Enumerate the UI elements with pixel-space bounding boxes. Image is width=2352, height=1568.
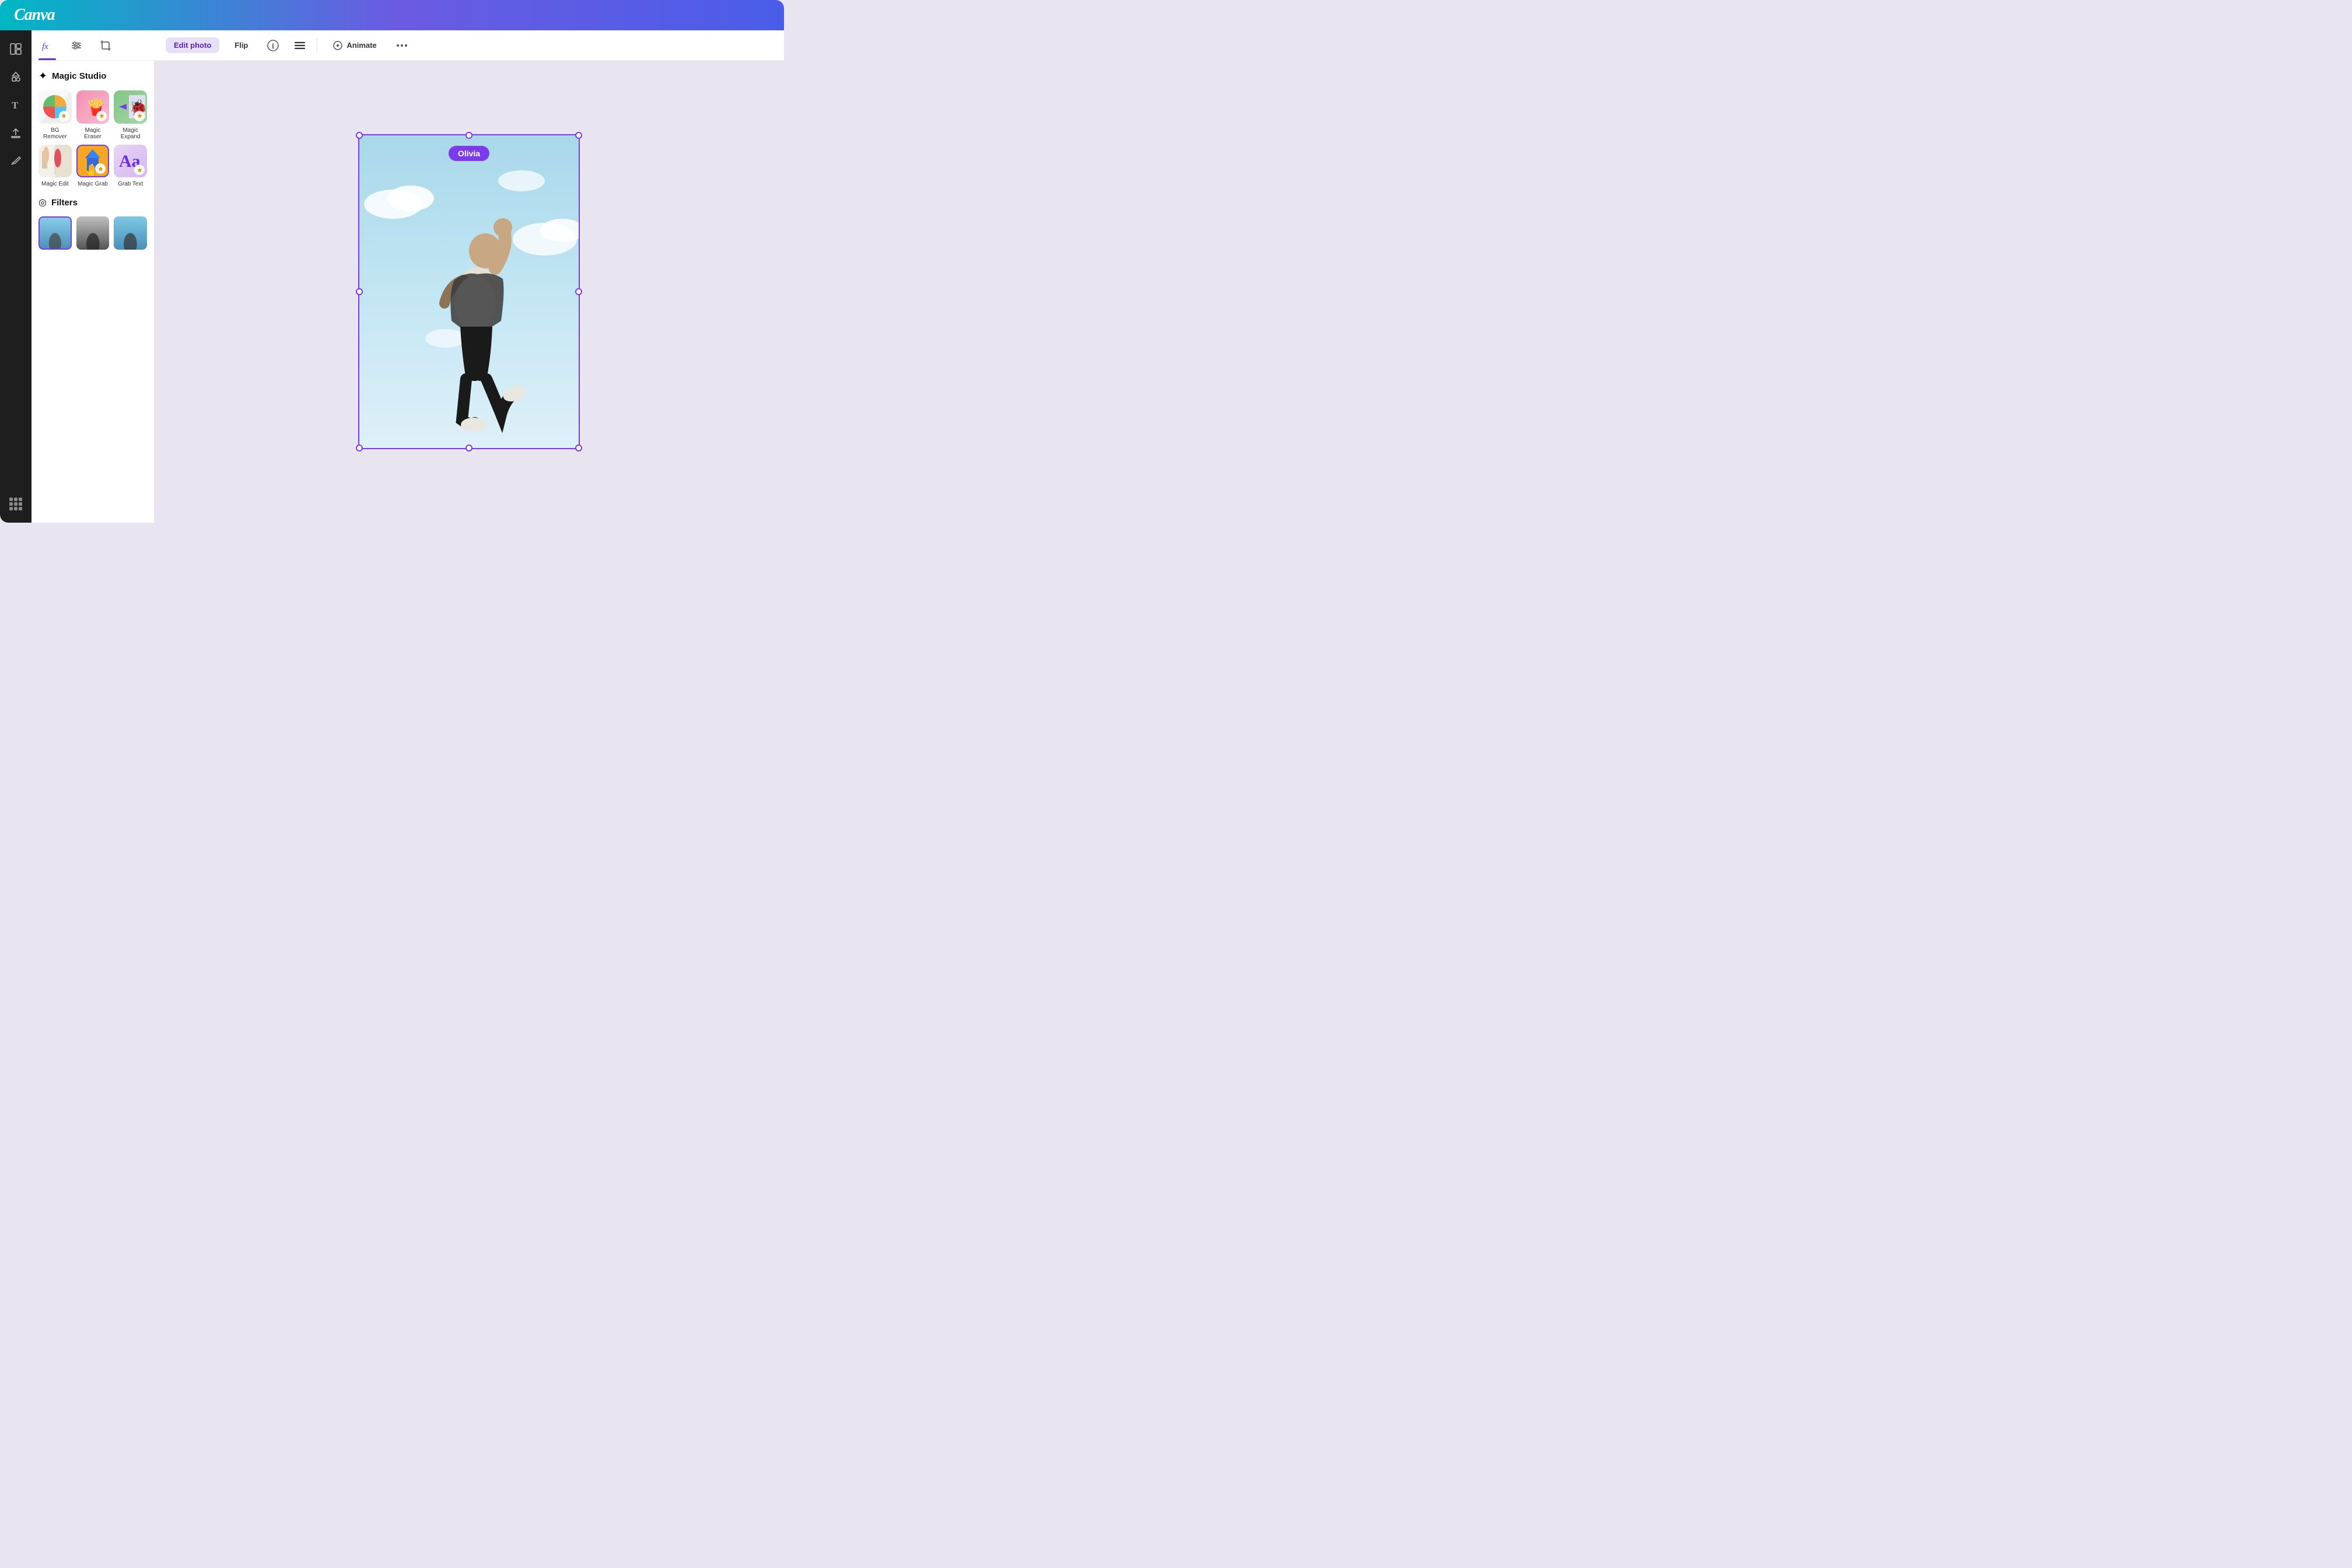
grab-text-label: Grab Text [118,181,143,187]
photo-frame[interactable]: Olivia [358,134,580,449]
filters-icon: ◎ [38,197,47,208]
magic-eraser-crown [96,111,107,121]
main-area: T [0,30,784,523]
sidebar-item-draw[interactable] [4,149,27,173]
svg-text:T: T [12,100,19,111]
magic-eraser-label: Magic Eraser [76,127,110,140]
filter-bw[interactable] [76,216,110,250]
canvas-toolbar: Edit photo Flip Animate [154,30,784,61]
filters-section: ◎ Filters [38,197,147,250]
left-sidebar: T [0,30,32,523]
olivia-tag: Olivia [449,146,489,161]
svg-text:fx: fx [42,42,48,51]
sidebar-item-uploads[interactable] [4,121,27,145]
apps-grid-icon [9,498,22,510]
tool-magic-expand[interactable]: 🐞 Magic Expand [114,90,147,140]
magic-expand-crown [134,111,145,121]
photo-image: Olivia [358,134,580,449]
flip-button[interactable]: Flip [226,37,256,53]
bg-remover-label: BG Remover [38,127,72,140]
edit-photo-button[interactable]: Edit photo [166,37,219,53]
canvas-area: Edit photo Flip Animate [154,30,784,523]
sidebar-item-layout[interactable] [4,37,27,61]
canva-logo: Canva [14,6,55,24]
magic-studio-header: ✦ Magic Studio [38,70,147,82]
sidebar-item-text[interactable]: T [4,93,27,117]
bg-remover-thumb [38,90,72,124]
magic-eraser-thumb: 🍟 [76,90,110,124]
more-button[interactable] [392,36,412,55]
sidebar-item-apps[interactable] [4,492,27,516]
tab-adjust[interactable] [68,30,85,60]
sidebar-item-elements[interactable] [4,65,27,89]
filters-header: ◎ Filters [38,197,147,208]
magic-expand-thumb: 🐞 [114,90,147,124]
magic-grab-label: Magic Grab [78,181,108,187]
filter-vivid[interactable] [114,216,147,250]
animate-label: Animate [346,41,376,50]
canvas-workspace: Olivia [154,61,784,523]
magic-edit-label: Magic Edit [41,181,69,187]
header-bar: Canva [0,0,784,30]
magic-studio-title: Magic Studio [52,71,106,81]
tab-effects[interactable]: fx [38,30,56,60]
panel-tabs: fx [32,30,154,61]
tab-crop[interactable] [97,30,114,60]
tool-magic-grab[interactable]: ▲ 🤚 Magic Grab [76,145,110,188]
filters-title: Filters [51,198,78,208]
info-button[interactable] [263,36,283,55]
tool-magic-edit[interactable]: Magic Edit [38,145,72,188]
tool-bg-remover[interactable]: BG Remover [38,90,72,140]
tool-magic-eraser[interactable]: 🍟 Magic Eraser [76,90,110,140]
bg-remover-crown [59,111,69,121]
magic-expand-label: Magic Expand [114,127,147,140]
magic-studio-grid: BG Remover 🍟 [38,90,147,187]
panel-content: ✦ Magic Studio BG Remover [32,61,154,523]
magic-grab-thumb: ▲ 🤚 [76,145,110,178]
magic-studio-icon: ✦ [38,70,47,82]
tool-grab-text[interactable]: Aa Grab Text [114,145,147,188]
filter-original[interactable] [38,216,72,250]
filter-grid [38,216,147,250]
effects-panel: fx [32,30,154,523]
arrange-button[interactable] [290,36,310,55]
animate-button[interactable]: Animate [324,37,384,54]
magic-edit-thumb [38,145,72,178]
grab-text-thumb: Aa [114,145,147,178]
app-window: Canva T [0,0,784,523]
